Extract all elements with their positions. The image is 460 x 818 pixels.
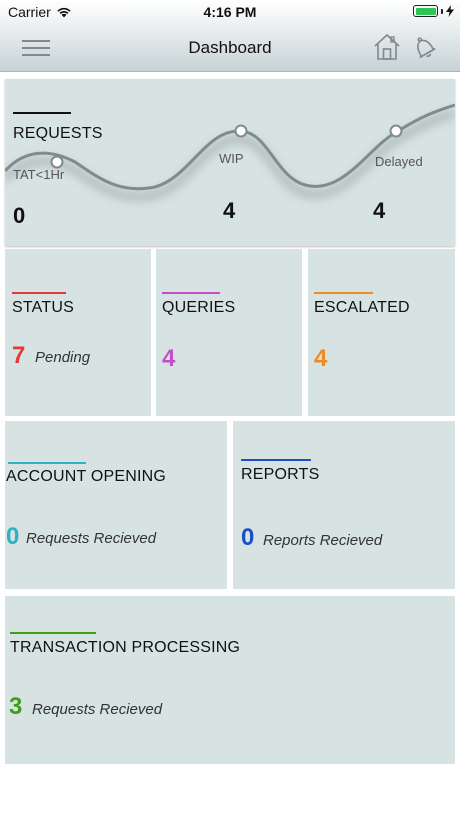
account-opening-accent-line xyxy=(8,462,86,464)
escalated-title: ESCALATED xyxy=(314,299,410,316)
transaction-processing-card[interactable]: TRANSACTION PROCESSING 3 Requests Reciev… xyxy=(5,596,455,764)
account-opening-card[interactable]: ACCOUNT OPENING 0 Requests Recieved xyxy=(5,421,227,589)
queries-title: QUERIES xyxy=(162,299,236,316)
reports-count: 0 xyxy=(241,524,255,551)
stage-count-wip: 4 xyxy=(223,198,236,223)
battery-indicator xyxy=(413,5,454,17)
queries-accent-line xyxy=(162,292,220,294)
stage-marker xyxy=(389,124,403,138)
status-accent-line xyxy=(12,292,66,294)
reports-card[interactable]: REPORTS 0 Reports Recieved xyxy=(233,421,455,589)
stage-label-delayed: Delayed xyxy=(375,154,423,169)
charging-bolt-icon xyxy=(446,5,454,17)
status-card[interactable]: STATUS 7 Pending xyxy=(5,249,151,416)
status-count: 7 xyxy=(12,342,26,369)
stage-label-wip: WIP xyxy=(219,151,244,166)
reports-caption: Reports Recieved xyxy=(263,532,383,549)
escalated-accent-line xyxy=(314,292,373,294)
home-icon[interactable] xyxy=(372,32,402,62)
top-bar: Carrier 4:16 PM Dashboard xyxy=(0,0,460,72)
queries-count: 4 xyxy=(162,345,176,372)
stage-marker xyxy=(50,155,64,169)
status-bar: Carrier 4:16 PM xyxy=(0,0,460,24)
bell-icon[interactable] xyxy=(409,32,439,62)
transaction-processing-title: TRANSACTION PROCESSING xyxy=(10,639,241,656)
navigation-bar: Dashboard xyxy=(0,24,460,72)
status-title: STATUS xyxy=(12,299,74,316)
reports-accent-line xyxy=(241,459,311,461)
transaction-processing-count: 3 xyxy=(9,693,23,720)
transaction-processing-caption: Requests Recieved xyxy=(32,701,163,718)
stage-label-tat: TAT<1Hr xyxy=(13,167,65,182)
reports-title: REPORTS xyxy=(241,466,320,483)
queries-card[interactable]: QUERIES 4 xyxy=(156,249,302,416)
stage-count-tat: 0 xyxy=(13,203,26,228)
account-opening-title: ACCOUNT OPENING xyxy=(6,468,167,485)
escalated-card[interactable]: ESCALATED 4 xyxy=(308,249,455,416)
stage-count-delayed: 4 xyxy=(373,198,386,223)
requests-card[interactable]: REQUESTS TAT<1Hr 0 WIP 4 Delayed 4 xyxy=(5,79,455,246)
status-caption: Pending xyxy=(35,349,91,366)
transaction-processing-accent-line xyxy=(10,632,96,634)
battery-icon xyxy=(413,5,438,17)
account-opening-caption: Requests Recieved xyxy=(26,530,157,547)
stage-marker xyxy=(234,124,248,138)
status-time: 4:16 PM xyxy=(203,4,257,20)
escalated-count: 4 xyxy=(314,345,328,372)
account-opening-count: 0 xyxy=(6,523,20,550)
